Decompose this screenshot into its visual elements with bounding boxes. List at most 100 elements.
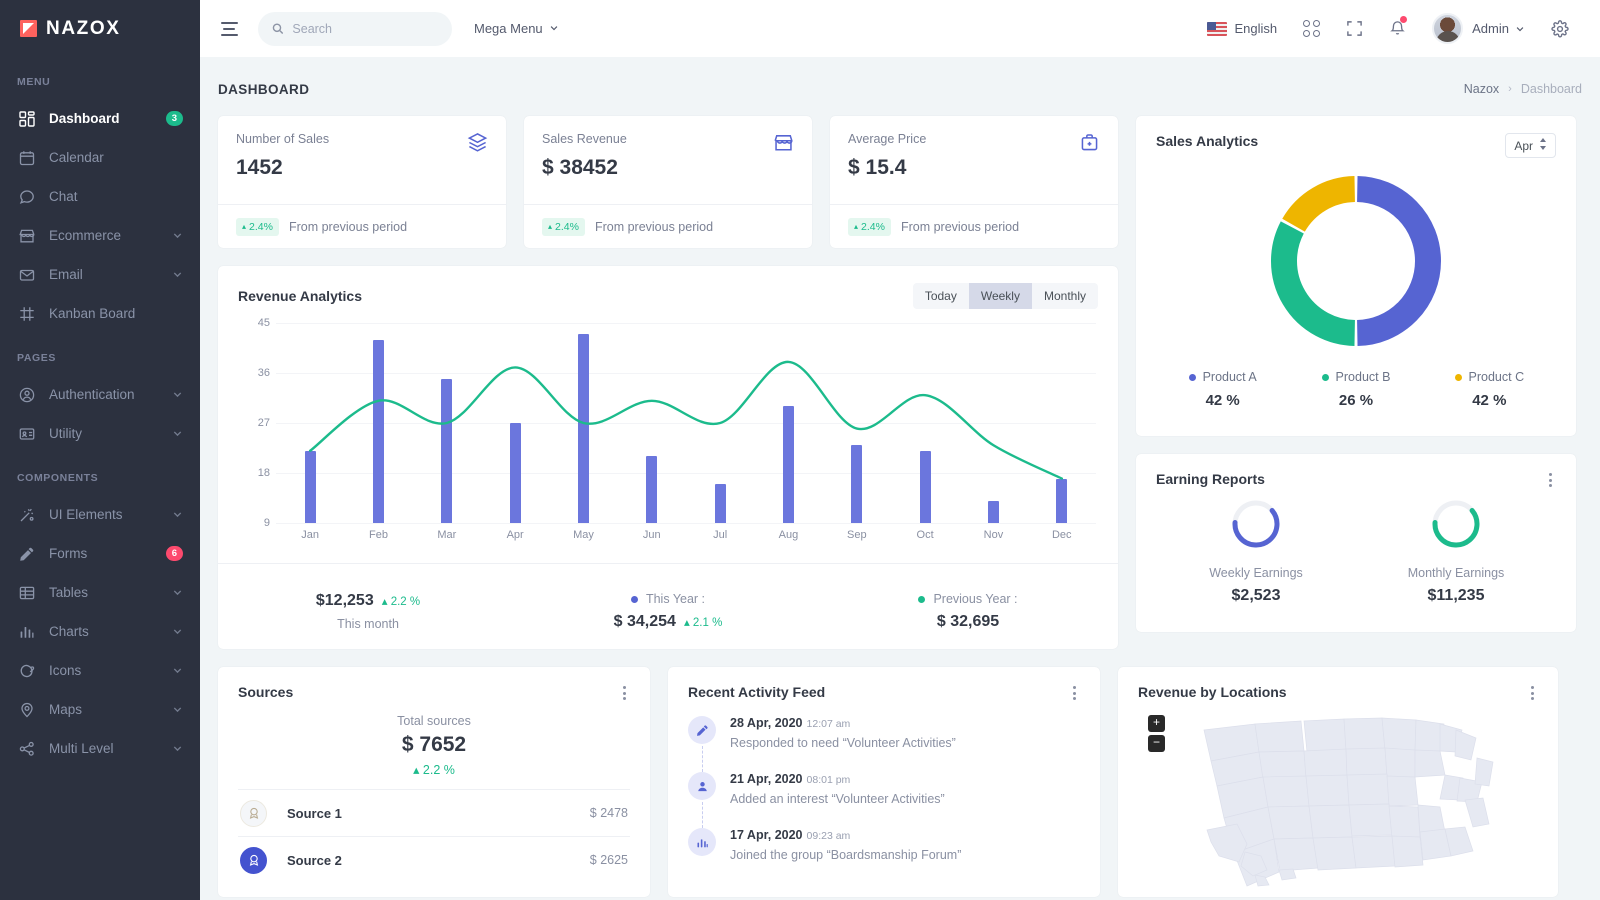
search-input[interactable] <box>292 21 438 36</box>
us-map[interactable]: + − <box>1138 712 1538 887</box>
table-icon <box>17 583 36 602</box>
stat-value: $ 15.4 <box>848 156 907 179</box>
sidebar-item-utility[interactable]: Utility <box>0 414 200 453</box>
revenue-by-locations-title: Revenue by Locations <box>1138 684 1287 700</box>
sidebar-item-maps[interactable]: Maps <box>0 690 200 729</box>
sidebar-item-tables[interactable]: Tables <box>0 573 200 612</box>
revenue-analytics-card: Revenue Analytics Today Weekly Monthly 9… <box>218 266 1118 649</box>
user-icon <box>688 772 716 800</box>
status-badge: ▴ 2.4% <box>848 217 891 236</box>
chart-icon <box>688 828 716 856</box>
tab-today[interactable]: Today <box>913 283 969 309</box>
feed-text: Joined the group “Boardsmanship Forum” <box>730 848 962 862</box>
donut-slice-product-a[interactable] <box>1356 176 1441 346</box>
sidebar-item-ecommerce[interactable]: Ecommerce <box>0 216 200 255</box>
fullscreen-icon <box>1347 21 1362 36</box>
stat-foot-text: From previous period <box>900 219 1020 234</box>
x-axis-tick: Dec <box>1051 529 1072 541</box>
sidebar-section-components: COMPONENTS <box>17 472 99 484</box>
x-axis-tick: Feb <box>369 529 388 541</box>
kanban-icon <box>17 304 36 323</box>
search-box[interactable] <box>258 11 452 46</box>
page-title: DASHBOARD <box>218 81 310 97</box>
delta-value: 2.4% <box>555 220 579 233</box>
plot-area <box>276 323 1096 524</box>
chat-icon <box>17 187 36 206</box>
x-axis-tick: Jul <box>713 529 728 541</box>
sales-period-select[interactable]: Apr <box>1505 133 1556 158</box>
tab-weekly[interactable]: Weekly <box>968 283 1032 309</box>
sidebar-item-charts[interactable]: Charts <box>0 612 200 651</box>
sidebar-item-multi-level[interactable]: Multi Level <box>0 729 200 768</box>
right-column: Sales Analytics Apr Product A 42 % Produ… <box>1136 116 1576 649</box>
revenue-footer-this-month: $12,253 ▴ 2.2 % This month <box>218 592 518 631</box>
locations-menu-button[interactable] <box>1527 684 1538 702</box>
bottom-row: Sources Total sources $ 7652 ▴ 2.2 % Sou… <box>218 667 1582 897</box>
fullscreen-button[interactable] <box>1333 9 1376 49</box>
donut-slice-product-b[interactable] <box>1271 221 1356 346</box>
sidebar-item-email[interactable]: Email <box>0 255 200 294</box>
total-sources-value: $ 7652 <box>401 733 467 756</box>
y-axis-tick: 27 <box>257 417 270 429</box>
sources-menu-button[interactable] <box>619 684 630 702</box>
mega-menu-button[interactable]: Mega Menu <box>474 21 559 36</box>
tab-monthly[interactable]: Monthly <box>1032 283 1098 309</box>
earning-reports-title: Earning Reports <box>1156 471 1265 487</box>
up-arrow-icon: ▴ <box>242 222 247 231</box>
activity-feed-menu-button[interactable] <box>1069 684 1080 702</box>
sidebar-item-kanban-board[interactable]: Kanban Board <box>0 294 200 333</box>
feed-time: 09:23 am <box>806 830 851 842</box>
legend-value: 42 % <box>1472 392 1507 409</box>
monthly-earnings: Monthly Earnings $11,235 <box>1356 497 1556 605</box>
delta-value: 2.4% <box>861 220 885 233</box>
stat-card-average-price: Average Price $ 15.4 ▴ 2.4% From previous… <box>830 116 1118 248</box>
chevron-down-icon <box>172 428 183 439</box>
sidebar-item-authentication[interactable]: Authentication <box>0 375 200 414</box>
sidebar-item-chat[interactable]: Chat <box>0 177 200 216</box>
sidebar-toggle-button[interactable] <box>212 12 246 46</box>
legend-label: Product C <box>1468 370 1525 384</box>
share-icon <box>17 739 36 758</box>
source-value: $ 2625 <box>589 853 628 867</box>
briefcase-icon <box>1079 132 1100 158</box>
settings-button[interactable] <box>1538 9 1582 49</box>
brand-logo[interactable]: NAZOX <box>0 0 200 57</box>
sidebar-item-label: Charts <box>49 624 89 639</box>
sidebar-item-forms[interactable]: Forms 6 <box>0 534 200 573</box>
sidebar-item-icons[interactable]: Icons <box>0 651 200 690</box>
map-zoom-out-button[interactable]: − <box>1148 735 1165 752</box>
breadcrumb: Nazox › Dashboard <box>1464 82 1582 96</box>
up-arrow-icon: ▴ <box>854 222 859 231</box>
map-zoom-in-button[interactable]: + <box>1148 715 1165 732</box>
sidebar-item-calendar[interactable]: Calendar <box>0 138 200 177</box>
sidebar-item-label: Utility <box>49 426 82 441</box>
feed-time: 08:01 pm <box>806 774 851 786</box>
left-column: Number of Sales 1452 ▴ 2.4% From previous… <box>218 116 1118 649</box>
x-axis-tick: May <box>573 529 594 541</box>
main-area: Mega Menu English Admin <box>200 0 1600 900</box>
notification-dot-icon <box>1400 15 1408 23</box>
map-zoom-controls: + − <box>1148 715 1165 755</box>
y-axis-tick: 36 <box>257 367 270 379</box>
sales-analytics-card: Sales Analytics Apr Product A 42 % Produ… <box>1136 116 1576 436</box>
sidebar-item-dashboard[interactable]: Dashboard 3 <box>0 99 200 138</box>
earning-reports-menu-button[interactable] <box>1545 471 1556 489</box>
y-axis-tick: 9 <box>263 517 270 529</box>
chevron-down-icon <box>172 389 183 400</box>
source-name: Source 1 <box>287 805 342 821</box>
sidebar-item-ui-elements[interactable]: UI Elements <box>0 495 200 534</box>
x-axis-tick: Nov <box>983 529 1004 541</box>
table-row[interactable]: Source 1 $ 2478 <box>238 789 630 836</box>
stat-value: $ 38452 <box>542 156 618 179</box>
breadcrumb-root[interactable]: Nazox <box>1464 82 1499 96</box>
apps-grid-button[interactable] <box>1290 9 1333 49</box>
y-axis-tick: 18 <box>257 467 270 479</box>
table-row[interactable]: Source 2 $ 2625 <box>238 836 630 883</box>
chevron-down-icon <box>172 704 183 715</box>
gear-icon <box>1551 19 1569 37</box>
donut-slice-product-c[interactable] <box>1282 176 1356 233</box>
user-menu-button[interactable]: Admin <box>1419 9 1538 49</box>
chevron-down-icon <box>172 587 183 598</box>
language-selector[interactable]: English <box>1194 9 1291 49</box>
notifications-button[interactable] <box>1376 9 1419 49</box>
